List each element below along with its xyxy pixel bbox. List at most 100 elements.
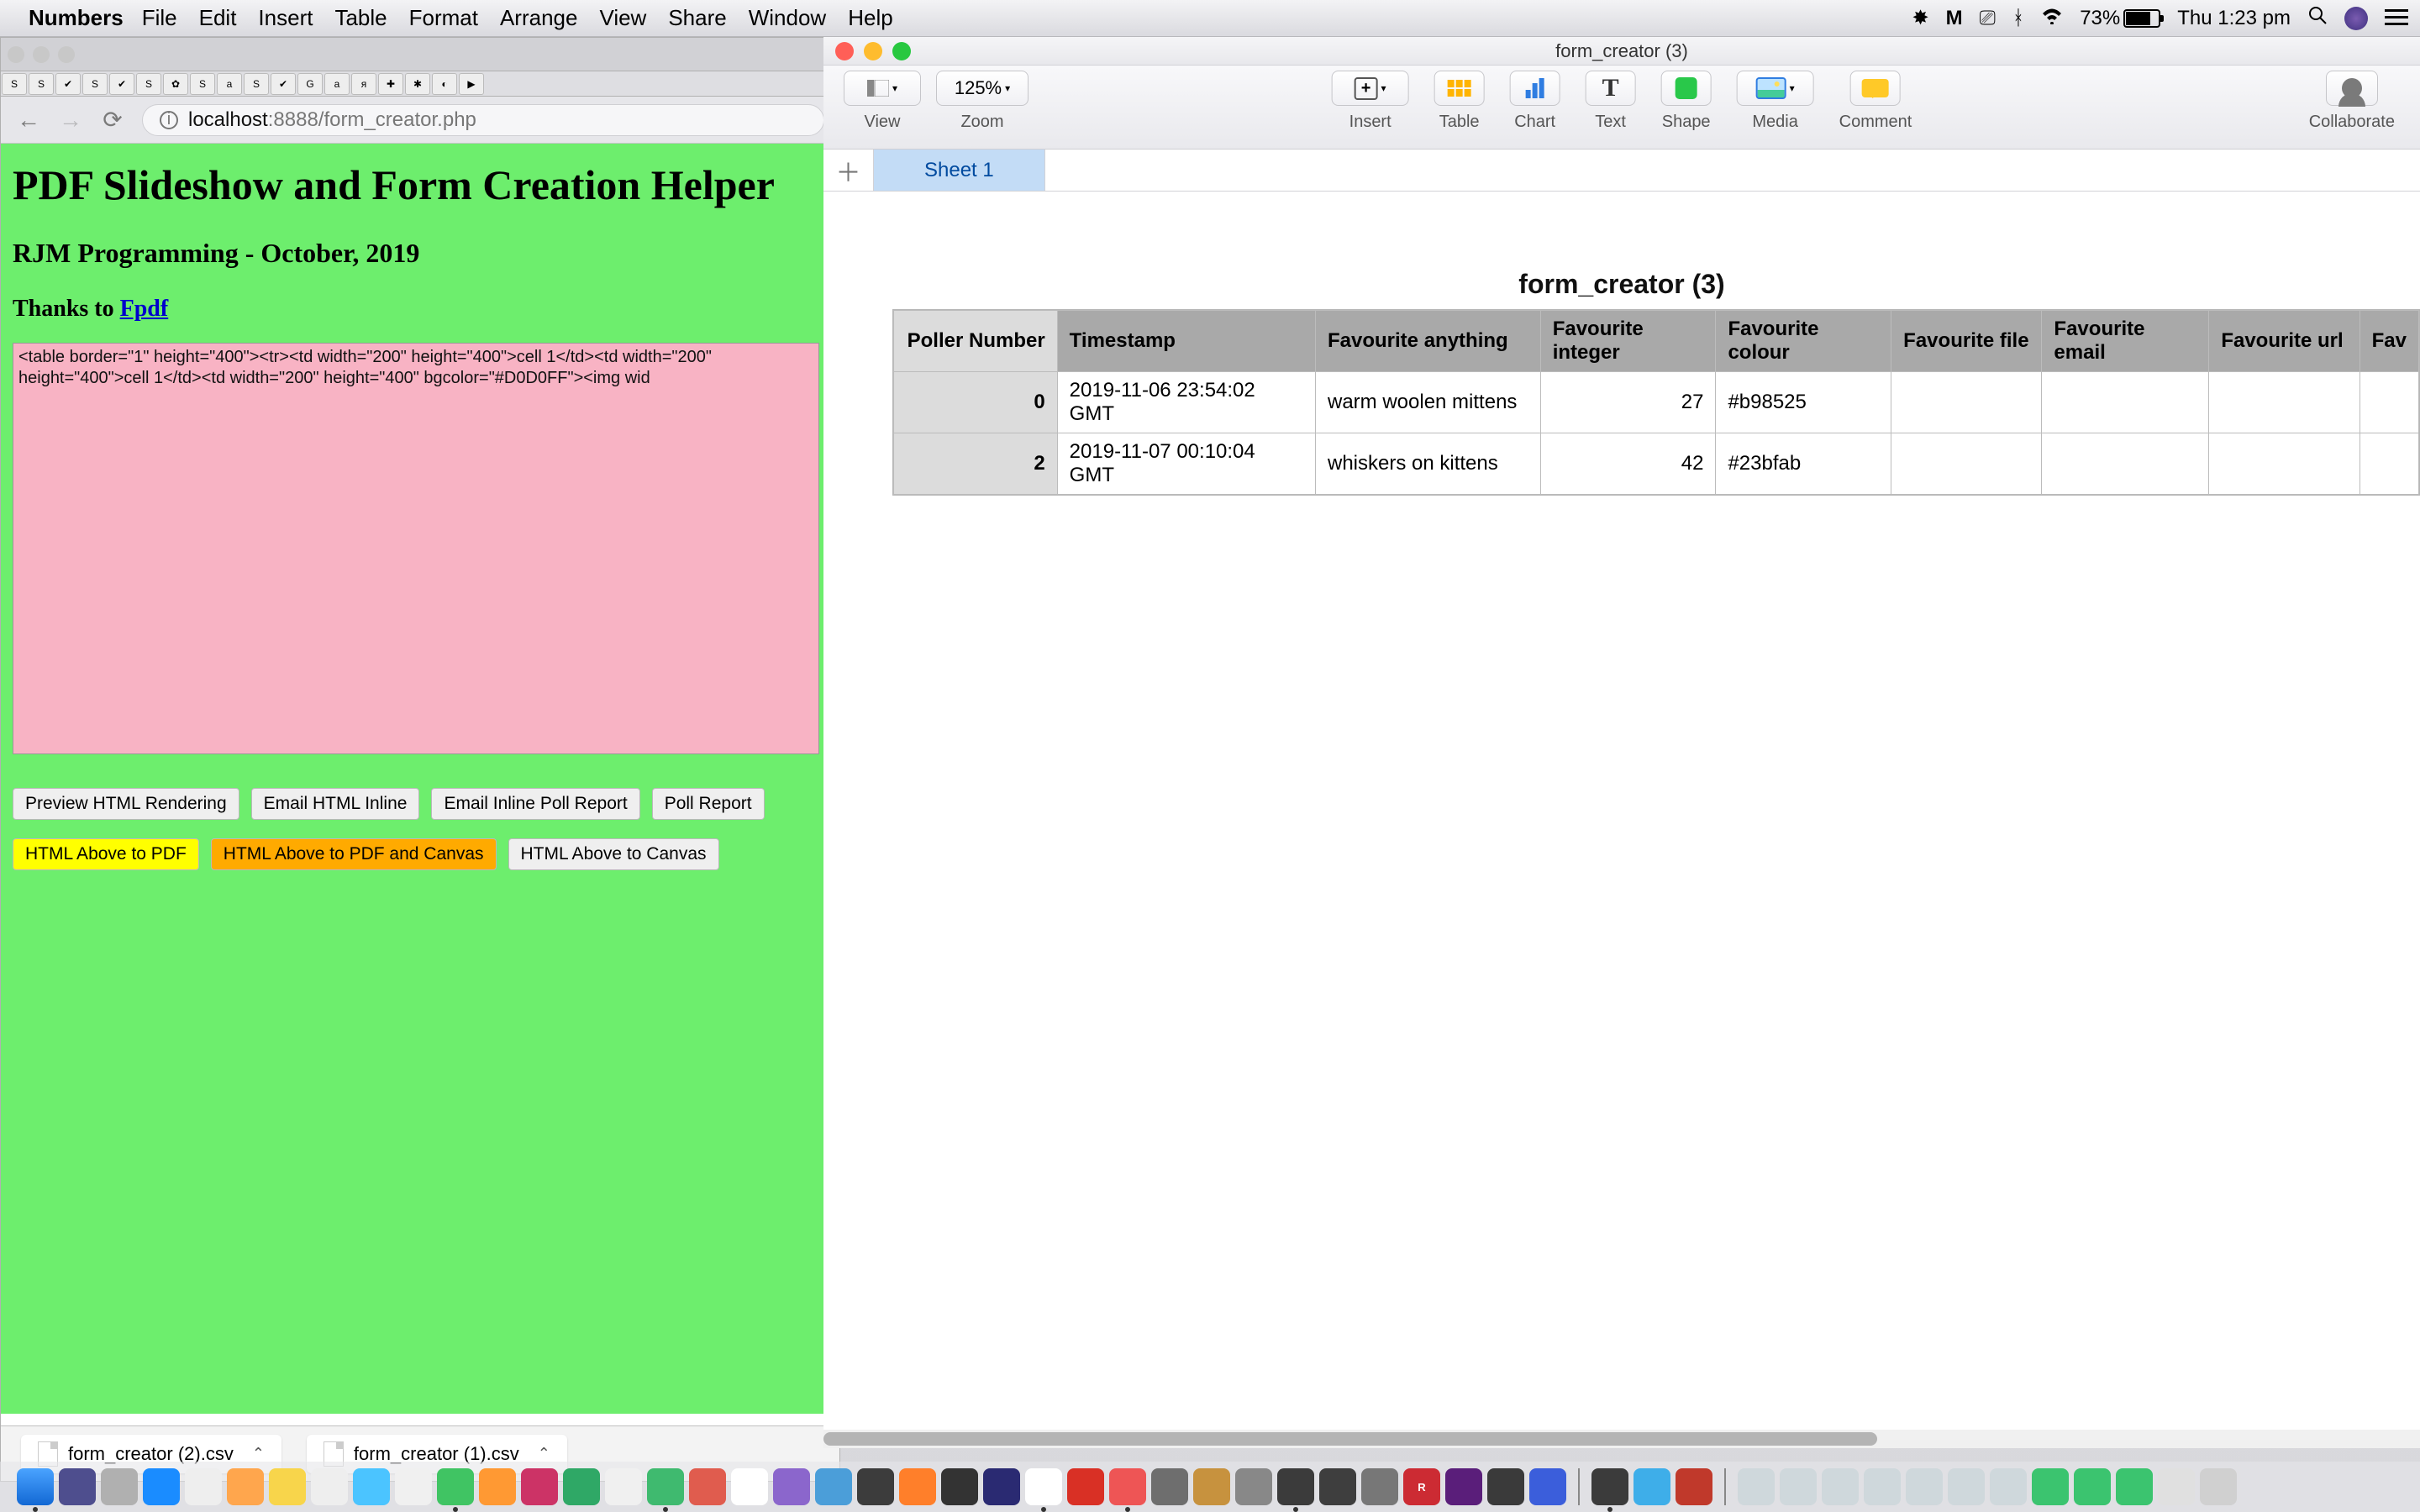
col-fav-anything[interactable]: Favourite anything: [1316, 311, 1541, 372]
window-close[interactable]: [835, 42, 854, 60]
dock-app-icon[interactable]: [605, 1468, 642, 1505]
download-menu-caret[interactable]: ⌃: [538, 1445, 550, 1462]
menu-insert[interactable]: Insert: [258, 5, 313, 31]
dock-app-icon[interactable]: [1067, 1468, 1104, 1505]
poll-report-button[interactable]: Poll Report: [652, 788, 765, 820]
dock-app-icon[interactable]: [689, 1468, 726, 1505]
bookmark-icon[interactable]: ✔: [271, 73, 296, 95]
view-button[interactable]: ▾: [844, 71, 921, 106]
media-button[interactable]: ▾: [1737, 71, 1814, 106]
cell[interactable]: [1891, 433, 2042, 495]
dock-app-icon[interactable]: [1277, 1468, 1314, 1505]
dock-app-icon[interactable]: [17, 1468, 54, 1505]
cell[interactable]: [2360, 372, 2418, 433]
col-poller-number[interactable]: Poller Number: [894, 311, 1058, 372]
dock-stack[interactable]: [1990, 1468, 2027, 1505]
bookmark-icon[interactable]: ✔: [55, 73, 81, 95]
dock-stack[interactable]: [2158, 1468, 2195, 1505]
dock-stack[interactable]: [1780, 1468, 1817, 1505]
dock-app-icon[interactable]: [311, 1468, 348, 1505]
dock-app-icon[interactable]: [1319, 1468, 1356, 1505]
cell[interactable]: [2209, 372, 2360, 433]
col-timestamp[interactable]: Timestamp: [1057, 311, 1315, 372]
bookmark-icon[interactable]: ▶: [459, 73, 484, 95]
bookmark-icon[interactable]: S: [190, 73, 215, 95]
dock-numbers-doc[interactable]: [2116, 1468, 2153, 1505]
cell[interactable]: [2209, 433, 2360, 495]
menu-view[interactable]: View: [599, 5, 646, 31]
dock-app-icon[interactable]: [563, 1468, 600, 1505]
dock-app-icon[interactable]: [1109, 1468, 1146, 1505]
reload-button[interactable]: ⟳: [100, 108, 125, 133]
dock-app-icon[interactable]: [395, 1468, 432, 1505]
cell[interactable]: [2042, 433, 2209, 495]
app-name[interactable]: Numbers: [29, 5, 124, 31]
bookmark-icon[interactable]: ✿: [163, 73, 188, 95]
insert-button[interactable]: +▾: [1332, 71, 1409, 106]
shape-button[interactable]: [1661, 71, 1712, 106]
dock-stack[interactable]: [1906, 1468, 1943, 1505]
menu-format[interactable]: Format: [409, 5, 478, 31]
html-to-pdf-and-canvas-button[interactable]: HTML Above to PDF and Canvas: [211, 838, 497, 870]
bookmark-icon[interactable]: ✱: [405, 73, 430, 95]
dock-app-icon[interactable]: [941, 1468, 978, 1505]
menu-window[interactable]: Window: [749, 5, 826, 31]
site-info-icon[interactable]: i: [160, 111, 178, 129]
clock[interactable]: Thu 1:23 pm: [2177, 7, 2291, 30]
dock-app-icon[interactable]: [185, 1468, 222, 1505]
email-inline-poll-button[interactable]: Email Inline Poll Report: [431, 788, 639, 820]
dock-stack[interactable]: [1822, 1468, 1859, 1505]
cell[interactable]: warm woolen mittens: [1316, 372, 1541, 433]
dock-app-icon[interactable]: [1151, 1468, 1188, 1505]
table-row[interactable]: 0 2019-11-06 23:54:02 GMT warm woolen mi…: [894, 372, 2419, 433]
col-fav-email[interactable]: Favourite email: [2042, 311, 2209, 372]
dock-app-icon[interactable]: [899, 1468, 936, 1505]
dock-stack[interactable]: [1948, 1468, 1985, 1505]
dock-app-icon[interactable]: [857, 1468, 894, 1505]
html-source-textarea[interactable]: <table border="1" height="400"><tr><td w…: [13, 343, 819, 754]
dock-app-icon[interactable]: [1529, 1468, 1566, 1505]
cell[interactable]: 2019-11-07 00:10:04 GMT: [1057, 433, 1315, 495]
statusbar-icon[interactable]: M: [1946, 7, 1963, 30]
dock-app-icon[interactable]: [983, 1468, 1020, 1505]
notification-center-icon[interactable]: [2385, 9, 2408, 28]
dock-stack[interactable]: [1738, 1468, 1775, 1505]
col-fav-integer[interactable]: Favourite integer: [1540, 311, 1716, 372]
menu-help[interactable]: Help: [848, 5, 892, 31]
cell[interactable]: [2360, 433, 2418, 495]
menu-arrange[interactable]: Arrange: [500, 5, 578, 31]
dock-app-icon[interactable]: [1445, 1468, 1482, 1505]
bookmark-icon[interactable]: я: [351, 73, 376, 95]
dock-numbers-doc[interactable]: [2032, 1468, 2069, 1505]
download-menu-caret[interactable]: ⌃: [252, 1445, 265, 1462]
cell[interactable]: [2042, 372, 2209, 433]
bookmark-icon[interactable]: ✚: [378, 73, 403, 95]
menu-share[interactable]: Share: [668, 5, 726, 31]
bookmark-icon[interactable]: a: [217, 73, 242, 95]
horizontal-scrollbar[interactable]: [823, 1430, 2420, 1448]
preview-html-button[interactable]: Preview HTML Rendering: [13, 788, 239, 820]
cell[interactable]: 0: [894, 372, 1058, 433]
menu-table[interactable]: Table: [334, 5, 387, 31]
dock-app-icon[interactable]: [59, 1468, 96, 1505]
dock-app-icon[interactable]: [1634, 1468, 1670, 1505]
dock-app-icon[interactable]: [1235, 1468, 1272, 1505]
dock-app-icon[interactable]: [1487, 1468, 1524, 1505]
siri-icon[interactable]: [2344, 7, 2368, 30]
cell[interactable]: 2019-11-06 23:54:02 GMT: [1057, 372, 1315, 433]
dock-app-icon[interactable]: [353, 1468, 390, 1505]
cell[interactable]: 42: [1540, 433, 1716, 495]
dock-app-icon[interactable]: [143, 1468, 180, 1505]
data-table[interactable]: Poller Number Timestamp Favourite anythi…: [892, 309, 2420, 496]
bookmark-icon[interactable]: a: [324, 73, 350, 95]
bookmark-icon[interactable]: G: [297, 73, 323, 95]
html-to-canvas-button[interactable]: HTML Above to Canvas: [508, 838, 719, 870]
spreadsheet-canvas[interactable]: form_creator (3) Poller Number Timestamp…: [823, 192, 2420, 1448]
window-minimize[interactable]: [864, 42, 882, 60]
bookmark-icon[interactable]: ◐: [432, 73, 457, 95]
cell[interactable]: #b98525: [1716, 372, 1891, 433]
dock-app-icon[interactable]: [521, 1468, 558, 1505]
cell[interactable]: 2: [894, 433, 1058, 495]
dock-app-icon[interactable]: [1193, 1468, 1230, 1505]
bookmark-icon[interactable]: ✔: [109, 73, 134, 95]
